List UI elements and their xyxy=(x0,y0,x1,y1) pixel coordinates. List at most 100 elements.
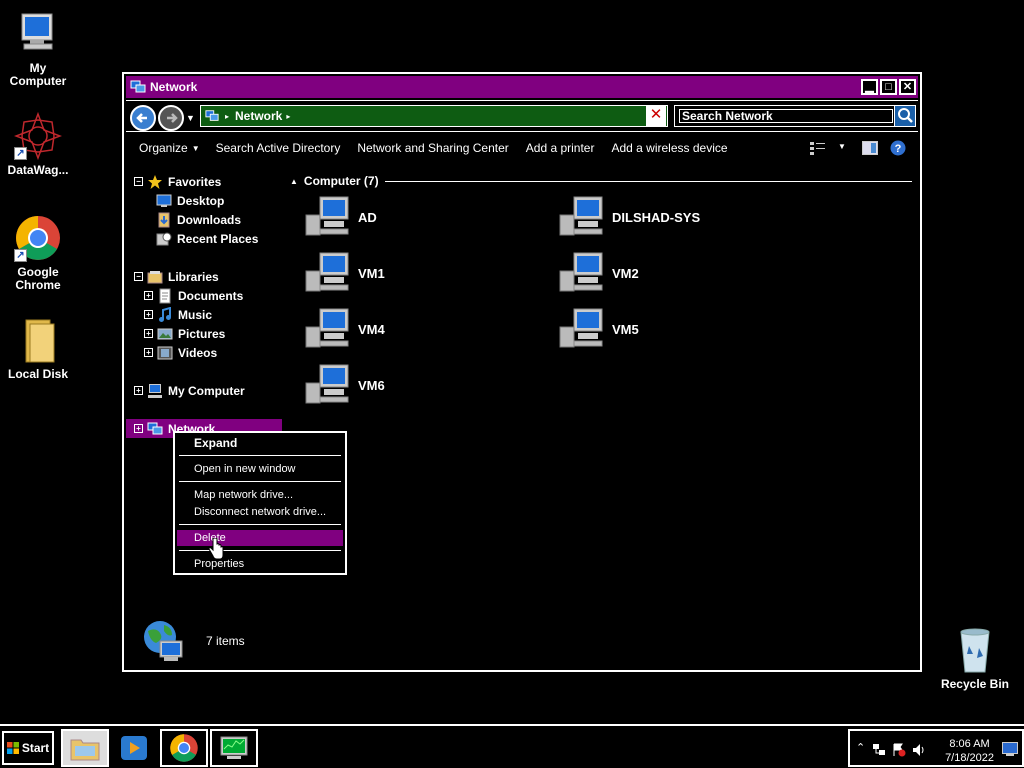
show-desktop-icon[interactable] xyxy=(1002,742,1018,756)
star-icon xyxy=(148,174,162,189)
add-wireless-device-button[interactable]: Add a wireless device xyxy=(611,141,727,155)
collapse-toggle-icon[interactable]: − xyxy=(134,177,143,186)
network-computer-icon xyxy=(305,308,349,348)
collapse-group-icon[interactable]: ▲ xyxy=(290,177,298,186)
chrome-icon xyxy=(170,734,198,762)
clock-time: 8:06 AM xyxy=(949,738,990,750)
minimize-button[interactable]: ▁ xyxy=(861,79,878,95)
view-options-icon[interactable] xyxy=(810,141,826,155)
recent-pages-dropdown[interactable]: ▼ xyxy=(186,113,195,123)
expand-toggle-icon[interactable]: + xyxy=(144,291,153,300)
taskbar-chrome[interactable] xyxy=(160,729,208,767)
taskbar-explorer[interactable] xyxy=(61,729,109,767)
menu-item-disconnect-network-drive[interactable]: Disconnect network drive... xyxy=(177,504,343,520)
computer-item-vm5[interactable]: VM5 xyxy=(558,304,639,354)
computer-item-vm1[interactable]: VM1 xyxy=(304,248,385,298)
explorer-window: Network ▁ □ ✕ ▼ ▸ Network ▸ ▽ ✕ Organ xyxy=(122,72,922,672)
taskbar-media-player[interactable] xyxy=(110,729,158,767)
search-active-directory-button[interactable]: Search Active Directory xyxy=(216,141,341,155)
expand-toggle-icon[interactable]: + xyxy=(134,424,143,433)
desktop-icon xyxy=(156,194,172,207)
nav-label: Documents xyxy=(178,288,244,303)
search-box[interactable] xyxy=(674,105,896,127)
details-pane: 7 items xyxy=(142,619,245,663)
nav-downloads[interactable]: Downloads xyxy=(156,210,241,229)
menu-item-map-network-drive[interactable]: Map network drive... xyxy=(177,487,343,503)
breadcrumb-network[interactable]: Network xyxy=(235,109,282,123)
computer-item-ad[interactable]: AD xyxy=(304,192,377,242)
action-center-icon[interactable] xyxy=(892,743,906,757)
volume-icon[interactable] xyxy=(912,743,926,757)
computer-item-dilshad-sys[interactable]: DILSHAD-SYS xyxy=(558,192,700,242)
add-printer-button[interactable]: Add a printer xyxy=(526,141,595,155)
nav-favorites[interactable]: − Favorites xyxy=(134,172,221,191)
menu-separator xyxy=(179,481,341,482)
search-input[interactable] xyxy=(679,109,893,123)
back-arrow-icon xyxy=(136,113,147,123)
nav-my-computer[interactable]: + My Computer xyxy=(134,381,245,400)
nav-recent-places[interactable]: Recent Places xyxy=(156,229,258,248)
computer-label: VM1 xyxy=(358,265,385,281)
desktop-icon-datawag[interactable]: ↗ DataWag... xyxy=(0,111,76,177)
expand-toggle-icon[interactable]: + xyxy=(144,310,153,319)
window-title: Network xyxy=(150,80,198,94)
address-bar[interactable]: ▸ Network ▸ ▽ xyxy=(200,105,668,127)
start-button[interactable]: Start xyxy=(2,731,54,765)
computer-item-vm6[interactable]: VM6 xyxy=(304,360,385,410)
network-sharing-center-button[interactable]: Network and Sharing Center xyxy=(357,141,508,155)
collapse-toggle-icon[interactable]: − xyxy=(134,272,143,281)
view-dropdown-icon[interactable]: ▼ xyxy=(838,142,846,151)
desktop-icon-google-chrome[interactable]: ↗ Google Chrome xyxy=(0,214,76,292)
svg-text:?: ? xyxy=(895,143,902,155)
desktop-icon-label: Recycle Bin xyxy=(940,677,1010,691)
clock[interactable]: 8:06 AM 7/18/2022 xyxy=(945,737,994,765)
menu-separator xyxy=(179,550,341,551)
command-bar: Organize ▼ Search Active Directory Netwo… xyxy=(126,134,918,162)
computer-item-vm4[interactable]: VM4 xyxy=(304,304,385,354)
nav-documents[interactable]: + Documents xyxy=(144,286,243,305)
nav-music[interactable]: + Music xyxy=(144,305,212,324)
videos-icon xyxy=(157,346,173,359)
breadcrumb-arrow-icon[interactable]: ▸ xyxy=(286,112,290,121)
menu-item-open-new-window[interactable]: Open in new window xyxy=(177,461,343,477)
start-label: Start xyxy=(21,741,50,755)
expand-toggle-icon[interactable]: + xyxy=(144,329,153,338)
nav-videos[interactable]: + Videos xyxy=(144,343,217,362)
expand-toggle-icon[interactable]: + xyxy=(144,348,153,357)
breadcrumb-arrow-icon[interactable]: ▸ xyxy=(225,112,229,121)
folder-icon xyxy=(14,316,62,364)
computer-item-vm2[interactable]: VM2 xyxy=(558,248,639,298)
close-button[interactable]: ✕ xyxy=(899,79,916,95)
back-button[interactable] xyxy=(130,105,156,131)
group-label: Computer (7) xyxy=(303,174,379,188)
nav-label: Recent Places xyxy=(177,231,259,246)
refresh-stop-button[interactable]: ✕ xyxy=(646,106,666,126)
nav-libraries[interactable]: − Libraries xyxy=(134,267,219,286)
forward-button[interactable] xyxy=(158,105,184,131)
menu-item-delete[interactable]: Delete xyxy=(177,530,343,546)
maximize-button[interactable]: □ xyxy=(880,79,897,95)
menu-item-expand[interactable]: Expand xyxy=(177,435,343,451)
help-icon[interactable]: ? xyxy=(890,140,906,156)
libraries-icon xyxy=(147,270,163,283)
search-icon xyxy=(898,108,913,123)
show-hidden-icons-button[interactable]: ⌃ xyxy=(856,741,865,754)
desktop-icon-recycle-bin[interactable]: Recycle Bin xyxy=(937,626,1013,691)
organize-dropdown-icon[interactable]: ▼ xyxy=(192,144,200,153)
expand-toggle-icon[interactable]: + xyxy=(134,386,143,395)
group-header-computer[interactable]: ▲ Computer (7) xyxy=(290,172,912,190)
window-titlebar[interactable]: Network ▁ □ ✕ xyxy=(126,76,918,98)
preview-pane-icon[interactable] xyxy=(862,141,878,155)
desktop-icon-local-disk[interactable]: Local Disk xyxy=(0,316,76,381)
nav-desktop[interactable]: Desktop xyxy=(156,191,224,210)
recycle-bin-icon xyxy=(951,626,999,674)
desktop-icon-my-computer[interactable]: My Computer xyxy=(0,10,76,88)
search-button[interactable] xyxy=(894,105,916,127)
organize-button[interactable]: Organize xyxy=(139,141,188,155)
menu-item-properties[interactable]: Properties xyxy=(177,556,343,572)
taskbar-task-manager[interactable] xyxy=(210,729,258,767)
menu-separator xyxy=(179,455,341,456)
nav-pictures[interactable]: + Pictures xyxy=(144,324,225,343)
network-tray-icon[interactable] xyxy=(872,743,886,757)
downloads-icon xyxy=(158,212,170,227)
